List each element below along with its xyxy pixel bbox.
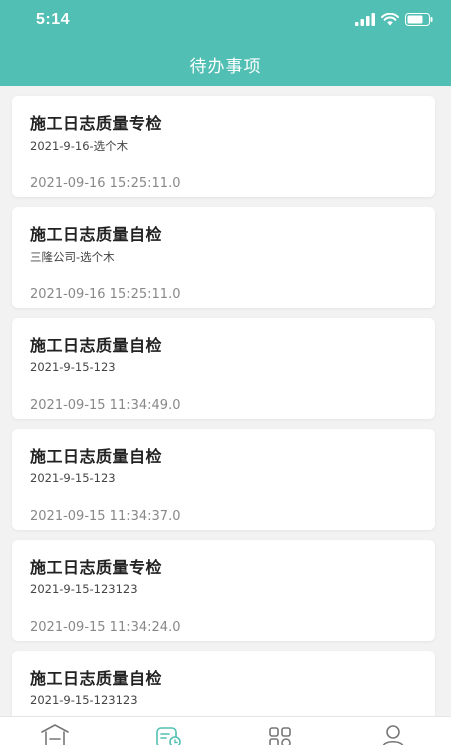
page-title: 待办事项	[189, 57, 262, 77]
todo-item-subtitle: 2021-9-15-123123	[30, 582, 138, 596]
apps-icon	[269, 727, 291, 745]
todo-list[interactable]: 施工日志质量专检 2021-9-16-选个木 2021-09-16 15:25:…	[12, 96, 435, 745]
todo-item-subtitle: 2021-9-15-123	[30, 360, 116, 374]
todo-item-timestamp: 2021-09-15 11:34:49.0	[30, 398, 181, 413]
todo-item-title: 施工日志质量自检	[30, 225, 163, 244]
todo-item-title: 施工日志质量自检	[30, 447, 163, 466]
status-time: 5:14	[36, 11, 71, 28]
todo-item-title: 施工日志质量自检	[30, 336, 163, 355]
todo-item-title: 施工日志质量自检	[30, 669, 163, 688]
todo-item[interactable]: 施工日志质量自检 三隆公司-选个木 2021-09-16 15:25:11.0	[12, 207, 435, 308]
wifi-icon	[381, 13, 399, 26]
todo-item-subtitle: 2021-9-15-123123	[30, 693, 138, 707]
todo-item-title: 施工日志质量专检	[30, 558, 163, 577]
todo-item-subtitle: 2021-9-16-选个木	[30, 139, 129, 153]
todo-item-title: 施工日志质量专检	[30, 114, 163, 133]
todo-item-timestamp: 2021-09-16 15:25:11.0	[30, 287, 181, 302]
bottom-tabbar	[0, 716, 451, 745]
todo-item[interactable]: 施工日志质量专检 2021-9-16-选个木 2021-09-16 15:25:…	[12, 96, 435, 197]
status-icons	[355, 13, 433, 26]
todo-item-timestamp: 2021-09-16 15:25:11.0	[30, 176, 181, 191]
tab-apps[interactable]	[266, 723, 296, 745]
todo-icon	[156, 727, 181, 745]
tab-profile[interactable]	[378, 723, 408, 745]
header: 5:14 待办事项	[0, 0, 451, 86]
todo-item[interactable]: 施工日志质量自检 2021-9-15-123 2021-09-15 11:34:…	[12, 429, 435, 530]
signal-icon	[355, 13, 375, 26]
todo-item-timestamp: 2021-09-15 11:34:24.0	[30, 620, 181, 635]
tab-todo[interactable]	[153, 723, 183, 745]
todo-item-timestamp: 2021-09-15 11:34:37.0	[30, 509, 181, 524]
todo-item[interactable]: 施工日志质量自检 2021-9-15-123 2021-09-15 11:34:…	[12, 318, 435, 419]
tab-home[interactable]	[40, 723, 70, 745]
status-bar: 5:14	[0, 0, 451, 42]
user-icon	[382, 725, 404, 745]
todo-item-subtitle: 2021-9-15-123	[30, 471, 116, 485]
todo-item[interactable]: 施工日志质量专检 2021-9-15-123123 2021-09-15 11:…	[12, 540, 435, 641]
home-icon	[41, 724, 69, 745]
todo-item-subtitle: 三隆公司-选个木	[30, 250, 115, 264]
battery-icon	[405, 13, 433, 26]
